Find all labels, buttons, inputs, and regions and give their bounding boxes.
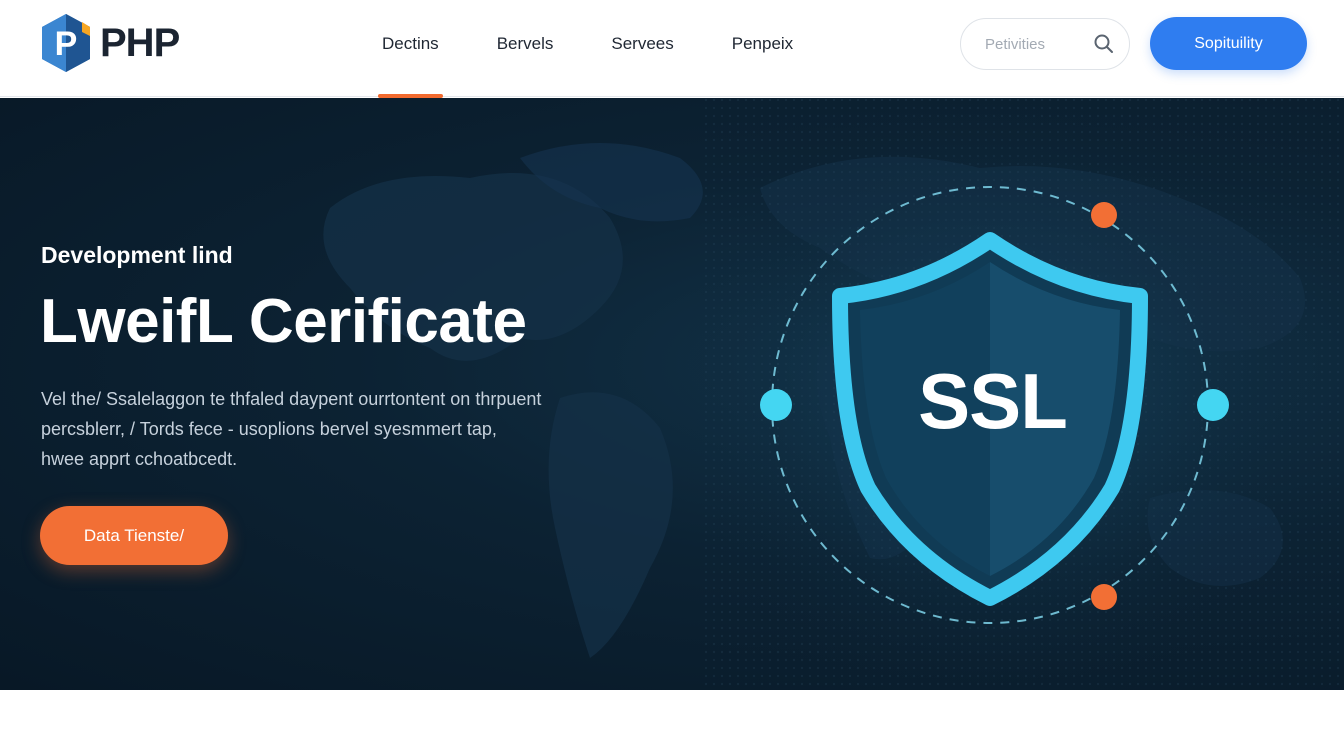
search-input[interactable] [985,35,1085,53]
orbit-node-cyan-right [1197,389,1229,421]
hero-eyebrow: Development lind [41,242,233,268]
svg-text:P: P [55,25,78,63]
hero-description-line: hwee apprt cchoatbcedt. [41,449,238,469]
hero-section: Development lind LweifL Cerificate Vel t… [0,98,1344,690]
nav-item-bervels[interactable]: Bervels [481,0,570,97]
nav-item-dectins[interactable]: Dectins [366,0,455,98]
hero-description: Vel the/ Ssalelaggon te thfaled daypent … [41,384,641,474]
search-icon[interactable] [1093,33,1115,55]
page-bottom-area [0,690,1344,750]
ssl-badge-text: SSL [918,357,1068,445]
php-logo-icon: P [42,14,90,72]
hero-description-line: Vel the/ Ssalelaggon te thfaled daypent … [41,389,542,409]
signup-button[interactable]: Sopituility [1150,17,1307,70]
data-transfer-button[interactable]: Data Tienste/ [40,506,228,565]
orbit-node-orange-bottom [1091,584,1117,610]
hero-title: LweifL Cerificate [40,287,527,356]
search-box [960,18,1130,70]
site-header: P PHP Dectins Bervels Servees Penpeix So… [0,0,1344,98]
hero-description-line: percsblerr, / Tords fece - usoplions ber… [41,419,497,439]
orbit-node-orange-top [1091,202,1117,228]
main-nav: Dectins Bervels Servees Penpeix [366,0,835,98]
orbit-node-cyan-left [760,389,792,421]
logo-text: PHP [100,20,180,65]
logo[interactable]: P PHP [40,12,180,74]
nav-item-penpeix[interactable]: Penpeix [716,0,809,97]
nav-item-servees[interactable]: Servees [595,0,689,97]
